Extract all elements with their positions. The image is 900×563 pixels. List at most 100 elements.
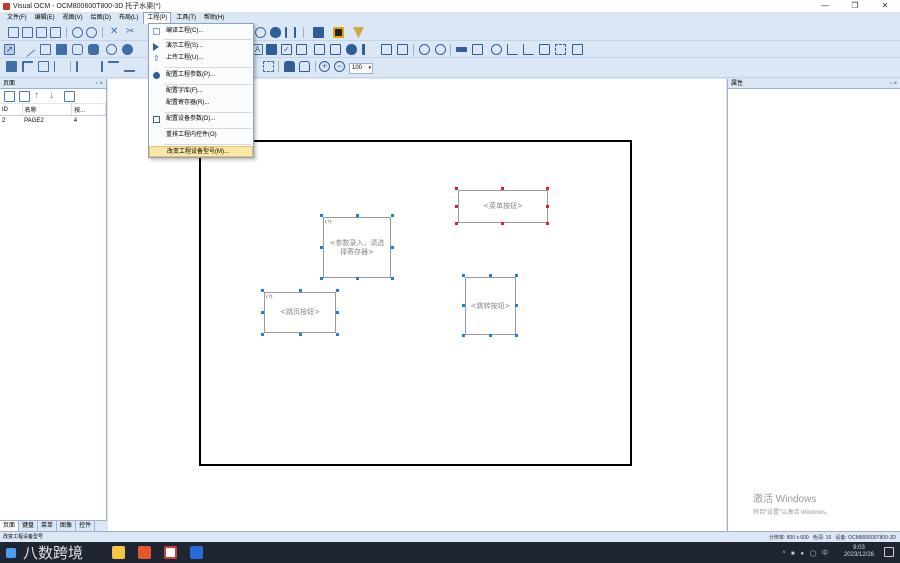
notification-icon[interactable] [884,547,894,557]
page-properties-icon[interactable] [64,90,75,102]
check-icon[interactable]: ✓ [281,44,292,55]
download-icon[interactable] [333,27,344,38]
file-explorer-icon[interactable] [112,546,125,559]
tab-images[interactable]: 图像 [57,521,77,531]
menu-item-simulate[interactable]: 演示工程(S)... [149,41,253,52]
filled-rounded-icon[interactable] [88,44,99,55]
unlock-icon[interactable] [299,61,310,72]
system-tray-icons[interactable]: ^ ■ ● ◯ 中 [783,548,830,557]
menu-item-registers[interactable]: 配置寄存器(R)... [149,98,253,109]
maximize-button[interactable]: ❐ [840,0,870,12]
filled-ellipse-icon[interactable] [122,44,133,55]
scroll-icon[interactable] [472,44,483,55]
gear-icon[interactable] [270,27,281,38]
menu-item-upload[interactable]: ⇪ 上传工程(U)... [149,53,253,64]
menu-tools[interactable]: 工具(T) [173,13,199,24]
menu-view[interactable]: 视图(V) [60,13,86,24]
menu-button-widget[interactable]: <菜单按钮> [458,190,548,223]
resize-handle[interactable] [489,274,492,277]
bar-chart-icon[interactable] [523,44,534,55]
menu-draw[interactable]: 绘图(D) [88,13,114,24]
cut-icon[interactable]: ✂ [126,27,137,38]
registers-icon[interactable] [285,27,296,38]
resize-handle[interactable] [320,277,323,280]
align-left-icon[interactable] [76,61,87,72]
table-row[interactable]: 2 PAGE2 4 [0,116,106,126]
app-icon-orange[interactable] [138,546,151,559]
menu-item-compile[interactable]: 编译工程(C)... [149,26,253,37]
word-icon[interactable] [190,546,203,559]
menu-file[interactable]: 文件(F) [4,13,30,24]
delete-page-icon[interactable] [19,90,30,102]
resize-handle[interactable] [455,187,458,190]
toggle-button-widget[interactable]: <跳转按钮> [465,277,516,335]
xy-chart-icon[interactable] [539,44,550,55]
filled-rectangle-icon[interactable] [56,44,67,55]
align-top-icon[interactable] [108,61,119,72]
resize-handle[interactable] [462,274,465,277]
zoom-in-icon[interactable]: + [319,61,330,72]
table-icon[interactable] [572,44,583,55]
resize-handle[interactable] [261,311,264,314]
move-down-icon[interactable]: ↓ [49,90,60,102]
menu-item-project-params[interactable]: 配置工程参数(P)... [149,70,253,81]
input-icon[interactable] [296,44,307,55]
rounded-rectangle-icon[interactable] [72,44,83,55]
gauge-icon[interactable] [491,44,502,55]
resize-handle[interactable] [462,334,465,337]
zoom-select[interactable]: 100 ▾ [349,63,373,74]
menu-help[interactable]: 帮助(H) [201,13,227,24]
device-icon[interactable] [313,27,324,38]
menu-edit[interactable]: 编辑(E) [32,13,58,24]
panel-pin-icon[interactable]: ▫ × [890,79,897,89]
grid-toggle-icon[interactable] [263,61,274,72]
resize-handle[interactable] [320,246,323,249]
resize-handle[interactable] [261,333,264,336]
new-page-icon[interactable] [4,90,15,102]
progress-icon[interactable] [456,47,467,52]
delete-icon[interactable]: ✕ [110,27,121,38]
resize-handle[interactable] [391,277,394,280]
tab-menu[interactable]: 菜单 [38,521,58,531]
resize-handle[interactable] [320,214,323,217]
visual-ocm-taskbar-icon[interactable] [164,546,177,559]
size-icon[interactable] [38,61,49,72]
resize-handle[interactable] [515,274,518,277]
close-button[interactable]: ✕ [870,0,900,12]
save-all-icon[interactable] [50,27,61,38]
spacing-icon[interactable] [54,61,65,72]
resize-handle[interactable] [546,205,549,208]
open-icon[interactable] [22,27,33,38]
tab-pages[interactable]: 页面 [0,521,20,531]
resize-handle[interactable] [455,222,458,225]
align-icon[interactable] [6,61,17,72]
column-header-id[interactable]: ID [0,104,23,116]
align-bottom-icon[interactable] [124,61,135,72]
menu-item-device-params[interactable]: 配置设备参数(D)... [149,114,253,125]
align-right-icon[interactable] [92,61,103,72]
save-icon[interactable] [36,27,47,38]
numeric-input-widget[interactable]: (?) <参数录入，请选择寄存器> [323,217,391,278]
lock-icon[interactable] [284,61,295,72]
panel-pin-icon[interactable]: ▫ × [96,79,103,89]
rectangle-icon[interactable] [40,44,51,55]
start-icon[interactable] [6,548,16,558]
resize-handle[interactable] [391,214,394,217]
resize-handle[interactable] [515,334,518,337]
resize-handle[interactable] [299,333,302,336]
new-icon[interactable] [8,27,19,38]
resize-handle[interactable] [501,222,504,225]
pointer-icon[interactable]: ➚ [4,44,15,55]
menu-layout[interactable]: 布局(L) [116,13,141,24]
line-icon[interactable] [19,41,36,58]
numeric-icon[interactable] [314,44,325,55]
column-header-name[interactable]: 名称 [22,104,73,116]
timer-icon[interactable] [435,44,446,55]
jump-button-widget[interactable]: (?) <跳页按钮> [264,292,336,333]
resize-handle[interactable] [455,205,458,208]
toggle-icon[interactable] [346,44,357,55]
resize-handle[interactable] [336,289,339,292]
resize-handle[interactable] [391,246,394,249]
resize-handle[interactable] [462,304,465,307]
tab-keyboard[interactable]: 键盘 [19,521,39,531]
